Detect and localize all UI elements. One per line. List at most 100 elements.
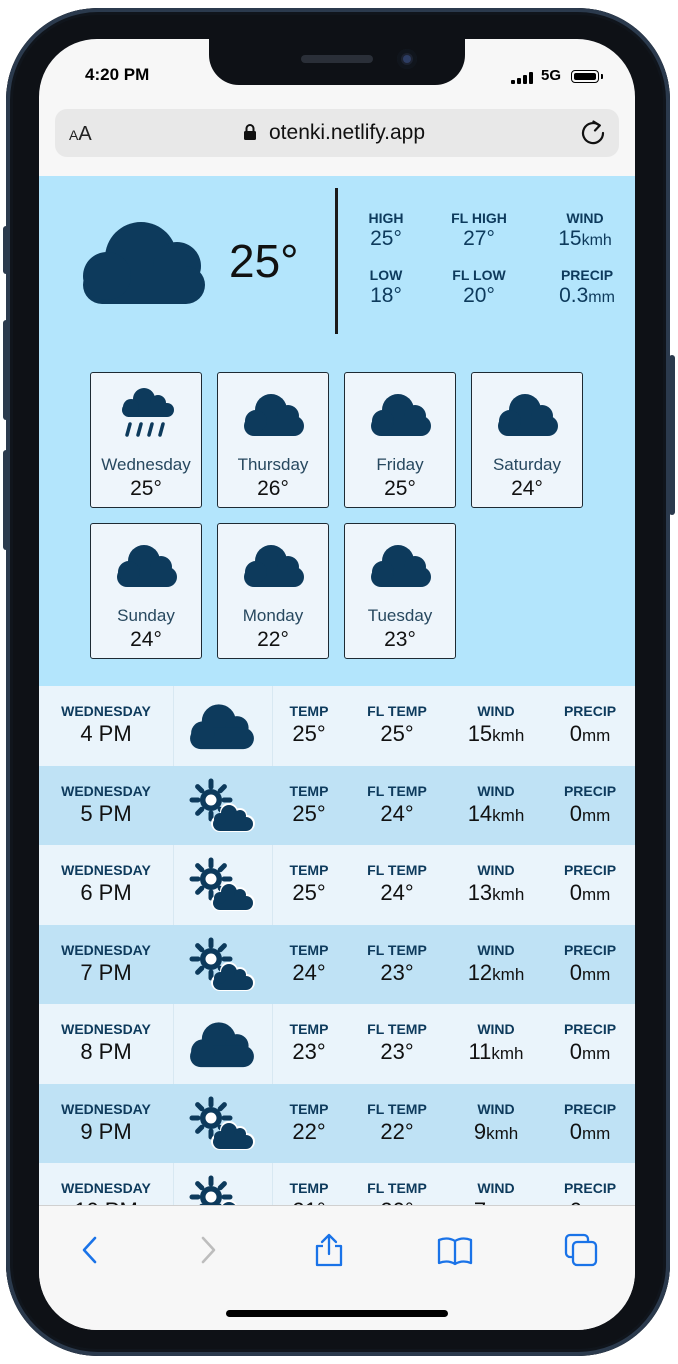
day-name: Saturday — [492, 455, 562, 474]
hour-temp: TEMP21° — [289, 1180, 329, 1205]
hour-temp: TEMP 22° — [289, 1100, 329, 1144]
cloud-icon — [189, 698, 255, 754]
stat-fl-low: FL LOW 20° — [452, 267, 506, 307]
cloud-icon — [117, 545, 177, 587]
cloud-icon — [371, 394, 431, 436]
page-content: 25° HIGH 25° FL HIGH 27° WIND 15kmh LOW … — [39, 176, 635, 1205]
home-indicator — [226, 1310, 448, 1317]
hour-fl-temp: FL TEMP 24° — [367, 862, 427, 905]
day-temp: 25° — [130, 477, 162, 500]
hour-label: WEDNESDAY 4 PM — [61, 703, 151, 746]
hour-label: WEDNESDAY 5 PM — [61, 782, 151, 826]
cloud-icon — [244, 394, 304, 436]
day-card[interactable]: Sunday 24° — [90, 523, 202, 659]
hour-fl-temp: FL TEMP 23° — [367, 1021, 427, 1064]
day-card[interactable]: Friday 25° — [344, 372, 456, 508]
sun-cloud-icon — [189, 937, 255, 993]
hourly-row: WEDNESDAY 5 PM TEMP 25° FL TEMP 24° WIND 14kmh P… — [39, 765, 635, 845]
stat-low: LOW 18° — [369, 267, 403, 307]
day-name: Friday — [376, 455, 424, 474]
day-card[interactable]: Thursday 26° — [217, 372, 329, 508]
hour-wind: WIND 13kmh — [467, 862, 525, 905]
day-temp: 24° — [511, 477, 543, 500]
hourly-row: WEDNESDAY 7 PM TEMP 24° FL TEMP 23° WIND 12kmh P… — [39, 924, 635, 1004]
hourly-row: WEDNESDAY10 PM TEMP21° FL TEMP20° WIND7kmh P… — [39, 1163, 635, 1205]
device-screen: 4:20 PM 5G AA otenki.netlify.app 25° HIG… — [39, 39, 635, 1330]
tabs-icon[interactable] — [563, 1232, 599, 1268]
address-bar[interactable]: AA otenki.netlify.app — [55, 109, 619, 157]
lock-icon — [244, 124, 256, 140]
hour-temp: TEMP 25° — [289, 782, 329, 826]
day-temp: 22° — [257, 628, 289, 651]
battery-icon — [571, 70, 603, 83]
cloud-icon — [189, 1016, 255, 1072]
sun-cloud-icon — [189, 778, 255, 834]
hourly-row: WEDNESDAY 8 PM TEMP 23° FL TEMP 23° WIND 11kmh P… — [39, 1004, 635, 1084]
hour-fl-temp: FL TEMP 24° — [367, 782, 427, 826]
hour-fl-temp: FL TEMP 23° — [367, 941, 427, 985]
current-temp: 25° — [229, 235, 299, 287]
hour-precip: PRECIP0mm — [563, 1180, 617, 1205]
hour-label: WEDNESDAY 6 PM — [61, 862, 151, 905]
hour-temp: TEMP 25° — [289, 862, 329, 905]
hour-wind: WIND 11kmh — [468, 1021, 524, 1064]
day-card[interactable]: Wednesday 25° — [90, 372, 202, 508]
hour-wind: WIND7kmh — [474, 1180, 518, 1205]
hour-precip: PRECIP0mm — [563, 703, 617, 746]
hour-label: WEDNESDAY 7 PM — [61, 941, 151, 985]
hour-precip: PRECIP0mm — [563, 782, 617, 826]
day-name: Sunday — [117, 606, 175, 625]
sun-cloud-icon — [189, 1175, 255, 1205]
network-label: 5G — [541, 67, 562, 84]
day-temp: 25° — [384, 477, 416, 500]
signal-icon — [511, 72, 533, 84]
hour-label: WEDNESDAY 9 PM — [61, 1100, 151, 1144]
hour-temp: TEMP 25° — [289, 703, 329, 746]
hour-temp: TEMP 23° — [289, 1021, 329, 1064]
day-card[interactable]: Saturday 24° — [471, 372, 583, 508]
hour-label: WEDNESDAY10 PM — [61, 1180, 151, 1205]
day-card[interactable]: Monday 22° — [217, 523, 329, 659]
cloud-icon — [83, 222, 205, 304]
day-temp: 23° — [384, 628, 416, 651]
hour-fl-temp: FL TEMP 25° — [367, 703, 427, 746]
back-icon[interactable] — [73, 1232, 109, 1268]
hour-wind: WIND 14kmh — [467, 782, 525, 826]
url-text[interactable]: otenki.netlify.app — [269, 121, 425, 145]
cloud-icon — [371, 545, 431, 587]
hour-wind: WIND 9kmh — [473, 1100, 519, 1144]
day-temp: 26° — [257, 477, 289, 500]
hour-wind: WIND 12kmh — [467, 941, 525, 985]
rain-cloud-icon — [122, 388, 174, 437]
notch — [209, 39, 465, 85]
sun-cloud-icon — [189, 1096, 255, 1152]
stat-high: HIGH 25° — [368, 210, 404, 250]
hour-wind: WIND 15kmh — [467, 703, 525, 746]
hour-fl-temp: FL TEMP20° — [367, 1180, 427, 1205]
day-temp: 24° — [130, 628, 162, 651]
reload-icon[interactable] — [579, 119, 607, 147]
status-time: 4:20 PM — [85, 65, 150, 84]
bookmarks-icon[interactable] — [437, 1232, 473, 1268]
forward-icon[interactable] — [189, 1232, 225, 1268]
hour-precip: PRECIP0mm — [563, 862, 617, 905]
hour-precip: PRECIP0mm — [563, 1021, 617, 1064]
day-card[interactable]: Tuesday 23° — [344, 523, 456, 659]
hourly-row: WEDNESDAY 4 PM TEMP 25° FL TEMP 25° WIND 15kmh P… — [39, 686, 635, 766]
current-weather-panel: 25° HIGH 25° FL HIGH 27° WIND 15kmh LOW … — [39, 176, 635, 686]
divider — [335, 188, 338, 334]
hour-temp: TEMP 24° — [289, 941, 329, 985]
browser-toolbar — [39, 1205, 635, 1330]
cloud-icon — [498, 394, 558, 436]
stat-precip: PRECIP 0.3mm — [559, 267, 615, 307]
hour-precip: PRECIP0mm — [563, 941, 617, 985]
camera-icon — [397, 49, 417, 69]
text-size-button[interactable]: AA — [69, 123, 92, 146]
hourly-row: WEDNESDAY 6 PM TEMP 25° FL TEMP 24° WIND 13kmh P… — [39, 845, 635, 925]
day-name: Monday — [242, 606, 304, 625]
stat-wind: WIND 15kmh — [558, 210, 612, 250]
hourly-row: WEDNESDAY 9 PM TEMP 22° FL TEMP 22° WIND 9kmh PR… — [39, 1083, 635, 1163]
share-icon[interactable] — [311, 1232, 347, 1268]
day-name: Tuesday — [367, 606, 433, 625]
day-name: Thursday — [237, 455, 309, 474]
